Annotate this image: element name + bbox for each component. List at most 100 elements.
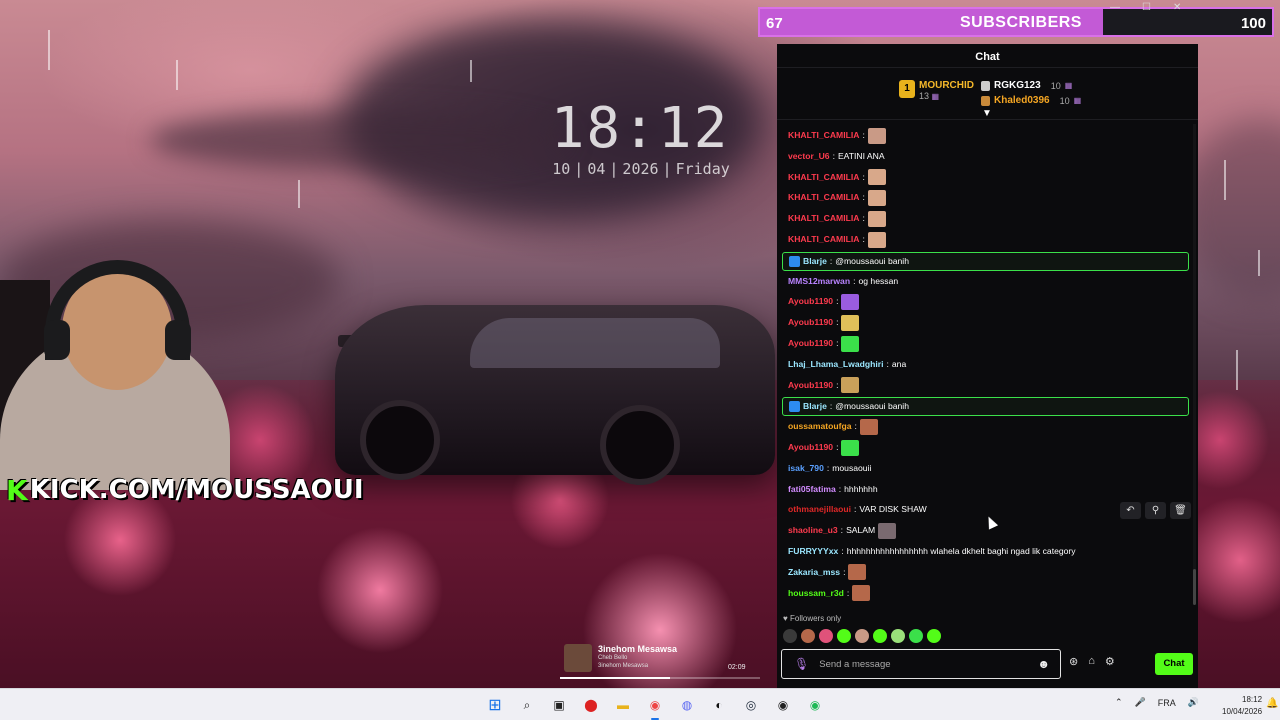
chat-message[interactable]: Ayoub1190:	[788, 314, 860, 331]
emote-button[interactable]	[783, 629, 797, 643]
show-hidden-icons-icon[interactable]: ⌃	[1115, 697, 1123, 708]
emote-button[interactable]	[819, 629, 833, 643]
microphone-icon[interactable]: 🎤	[1135, 697, 1146, 708]
delete-icon[interactable]: 🗑	[1170, 502, 1191, 519]
emote-button[interactable]	[801, 629, 815, 643]
chat-input-field[interactable]: Send a message	[819, 659, 890, 670]
chat-message[interactable]: KHALTI_CAMILIA:	[788, 169, 886, 186]
chat-emote[interactable]	[867, 169, 886, 186]
leaderboard-third[interactable]: Khaled0396 10 ▦	[981, 93, 1081, 108]
chat-username[interactable]: Ayoub1190	[788, 293, 833, 310]
steam-icon[interactable]: ◎	[740, 694, 762, 716]
chat-message[interactable]: FURRYYYxx: hhhhhhhhhhhhhhhhh wlahela dkhe…	[788, 543, 1076, 560]
chat-message[interactable]: isak_790: mousaouii	[788, 460, 871, 477]
chat-username[interactable]: FURRYYYxx	[788, 543, 838, 560]
chat-send-button[interactable]: Chat	[1155, 653, 1193, 675]
emoji-icon[interactable]: ☻	[1037, 657, 1050, 671]
language-indicator[interactable]: FRA	[1158, 698, 1176, 708]
chat-username[interactable]: KHALTI_CAMILIA	[788, 127, 859, 144]
chat-username[interactable]: vector_U6	[788, 148, 830, 165]
chat-username[interactable]: fati05fatima	[788, 481, 836, 498]
close-icon[interactable]: ✕	[1173, 2, 1181, 13]
chat-emote[interactable]	[841, 439, 860, 456]
chat-emote[interactable]	[859, 418, 878, 435]
chat-emote[interactable]	[841, 314, 860, 331]
chat-emote[interactable]	[867, 231, 886, 248]
chat-message[interactable]: KHALTI_CAMILIA:	[788, 127, 886, 144]
chat-emote[interactable]	[867, 210, 886, 227]
chat-message[interactable]: Lhaj_Lhama_Lwadghiri: ana	[788, 356, 906, 373]
chat-username[interactable]: Blarje	[803, 253, 827, 270]
chat-username[interactable]: Blarje	[803, 398, 827, 415]
emote-button[interactable]	[873, 629, 887, 643]
chat-emote[interactable]	[841, 293, 860, 310]
chat-username[interactable]: Ayoub1190	[788, 439, 833, 456]
reply-icon[interactable]: ↶	[1120, 502, 1141, 519]
chat-username[interactable]: shaoline_u3	[788, 522, 838, 539]
task-view-icon[interactable]: ▣	[548, 694, 570, 716]
emote-button[interactable]	[927, 629, 941, 643]
chat-message[interactable]: shaoline_u3: SALAM	[788, 522, 897, 539]
chat-message[interactable]: Zakaria_mss:	[788, 564, 867, 581]
pin-icon[interactable]: ⚲	[1145, 502, 1166, 519]
chat-username[interactable]: Ayoub1190	[788, 377, 833, 394]
chat-message[interactable]: MMS12marwan: og hessan	[788, 273, 898, 290]
emote-button[interactable]	[909, 629, 923, 643]
search-icon[interactable]: ⌕	[516, 694, 538, 716]
file-explorer-icon[interactable]: ▬	[612, 694, 634, 716]
emote-button[interactable]	[837, 629, 851, 643]
chat-emote[interactable]	[848, 564, 867, 581]
chat-username[interactable]: KHALTI_CAMILIA	[788, 189, 859, 206]
chat-username[interactable]: KHALTI_CAMILIA	[788, 169, 859, 186]
app-red-icon[interactable]: ⬤	[580, 694, 602, 716]
volume-icon[interactable]: 🔊	[1188, 697, 1199, 708]
chat-username[interactable]: Ayoub1190	[788, 335, 833, 352]
kicks-gift-icon[interactable]: ⊛	[1069, 655, 1078, 668]
chat-message-list[interactable]: KHALTI_CAMILIA: vector_U6: EATINI ANA KHALT…	[777, 121, 1198, 608]
obs-icon[interactable]: ◉	[772, 694, 794, 716]
leaderboard-first[interactable]: 1 MOURCHID 13 ▦	[899, 80, 974, 101]
chat-username[interactable]: oussamatoufga	[788, 418, 852, 435]
chat-message[interactable]: Ayoub1190:	[788, 335, 860, 352]
leaderboard-second[interactable]: RGKG123 10 ▦	[981, 78, 1081, 93]
chat-emote[interactable]	[878, 522, 897, 539]
chat-username[interactable]: othmanejillaoui	[788, 501, 851, 518]
github-icon[interactable]: ◐	[708, 694, 730, 716]
chat-username[interactable]: MMS12marwan	[788, 273, 850, 290]
notification-bell-icon[interactable]: 🔔	[1266, 698, 1278, 709]
chat-message[interactable]: vector_U6: EATINI ANA	[788, 148, 885, 165]
chat-emote[interactable]	[841, 335, 860, 352]
minimize-icon[interactable]: —	[1110, 2, 1120, 13]
discord-icon[interactable]: ◍	[676, 694, 698, 716]
chat-username[interactable]: KHALTI_CAMILIA	[788, 210, 859, 227]
chat-message[interactable]: KHALTI_CAMILIA:	[788, 231, 886, 248]
chat-emote[interactable]	[841, 377, 860, 394]
emote-button[interactable]	[891, 629, 905, 643]
chat-message[interactable]: Ayoub1190:	[788, 439, 860, 456]
chat-message[interactable]: fati05fatima: hhhhhhh	[788, 481, 878, 498]
chat-scrollbar-track[interactable]	[1193, 124, 1196, 604]
taskbar-clock[interactable]: 18:12 10/04/2026	[1222, 694, 1262, 718]
chat-message[interactable]: oussamatoufga:	[788, 418, 878, 435]
spotify-icon[interactable]: ◉	[804, 694, 826, 716]
chat-message[interactable]: Ayoub1190:	[788, 377, 860, 394]
maximize-icon[interactable]: ☐	[1142, 2, 1151, 13]
chat-emote[interactable]	[852, 585, 871, 602]
chat-username[interactable]: isak_790	[788, 460, 824, 477]
settings-gear-icon[interactable]: ⚙	[1105, 655, 1115, 668]
chat-input-box[interactable]: 🎙 Send a message ☻	[781, 649, 1061, 679]
chrome-icon[interactable]: ◉	[644, 694, 666, 720]
chat-username[interactable]: houssam_r3d	[788, 585, 844, 602]
chat-message[interactable]: KHALTI_CAMILIA:	[788, 210, 886, 227]
chat-emote[interactable]	[867, 127, 886, 144]
chat-message[interactable]: Ayoub1190:	[788, 293, 860, 310]
chat-username[interactable]: Lhaj_Lhama_Lwadghiri	[788, 356, 884, 373]
windows-start-icon[interactable]: ⊞	[484, 694, 506, 716]
chat-emote[interactable]	[867, 189, 886, 206]
emote-button[interactable]	[855, 629, 869, 643]
chat-message[interactable]: KHALTI_CAMILIA:	[788, 189, 886, 206]
chat-message[interactable]: Blarje: @moussaoui banih	[782, 397, 1189, 417]
chat-message[interactable]: houssam_r3d:	[788, 585, 871, 602]
chat-scrollbar-thumb[interactable]	[1193, 569, 1196, 605]
chat-username[interactable]: Zakaria_mss	[788, 564, 840, 581]
